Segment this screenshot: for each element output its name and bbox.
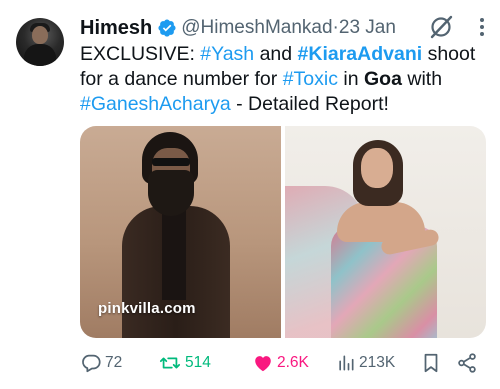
tweet-line-2: for a dance number for #Toxic in Goa wit… bbox=[80, 68, 443, 90]
photo-kiara[interactable] bbox=[285, 126, 486, 338]
tweet-text: EXCLUSIVE: #Yash and #KiaraAdvani shoot … bbox=[80, 42, 500, 117]
yash-shirt bbox=[162, 210, 186, 300]
author-handle[interactable]: @HimeshMankad bbox=[181, 17, 332, 39]
tweet-line-3: #GaneshAcharya - Detailed Report! bbox=[80, 93, 389, 115]
avatar-head bbox=[32, 26, 48, 44]
kiara-face bbox=[361, 148, 393, 188]
yash-glasses bbox=[152, 158, 190, 166]
photo-yash[interactable]: pinkvilla.com bbox=[80, 126, 281, 338]
views-count: 213K bbox=[359, 354, 396, 371]
goa-bold: Goa bbox=[364, 68, 402, 90]
reply-button[interactable]: 72 bbox=[80, 348, 122, 378]
reply-count: 72 bbox=[105, 354, 123, 371]
reply-icon bbox=[82, 354, 101, 373]
grok-icon[interactable] bbox=[428, 14, 454, 40]
hashtag-yash[interactable]: #Yash bbox=[200, 43, 254, 65]
retweet-icon bbox=[159, 357, 181, 369]
like-button[interactable]: 2.6K bbox=[252, 348, 309, 378]
verified-badge-icon[interactable] bbox=[157, 18, 177, 38]
retweet-button[interactable]: 514 bbox=[158, 348, 211, 378]
avatar[interactable] bbox=[16, 18, 64, 66]
hashtag-kiaraadvani[interactable]: #KiaraAdvani bbox=[298, 43, 423, 65]
tweet-header: Himesh @HimeshMankad · 23 Jan bbox=[80, 16, 488, 40]
action-bar: 72 514 2.6K 213K bbox=[80, 348, 490, 378]
retweet-count: 514 bbox=[185, 354, 211, 371]
yash-beard bbox=[148, 170, 194, 216]
author-name[interactable]: Himesh bbox=[80, 17, 152, 40]
tweet-date[interactable]: 23 Jan bbox=[339, 17, 396, 39]
watermark-text: pinkvilla.com bbox=[98, 300, 196, 317]
share-button[interactable] bbox=[456, 348, 478, 378]
tweet-media: pinkvilla.com bbox=[80, 126, 486, 338]
bookmark-icon bbox=[424, 353, 438, 373]
heart-icon bbox=[255, 356, 271, 372]
share-icon bbox=[458, 353, 476, 373]
hashtag-ganeshacharya[interactable]: #GaneshAcharya bbox=[80, 93, 231, 115]
tweet-line-1: EXCLUSIVE: #Yash and #KiaraAdvani shoot bbox=[80, 43, 476, 65]
views-icon bbox=[339, 355, 354, 371]
more-icon[interactable] bbox=[470, 14, 494, 40]
hashtag-toxic[interactable]: #Toxic bbox=[283, 68, 338, 90]
bookmark-button[interactable] bbox=[420, 348, 442, 378]
avatar-body bbox=[24, 44, 56, 66]
like-count: 2.6K bbox=[277, 354, 309, 371]
views-button[interactable]: 213K bbox=[336, 348, 395, 378]
